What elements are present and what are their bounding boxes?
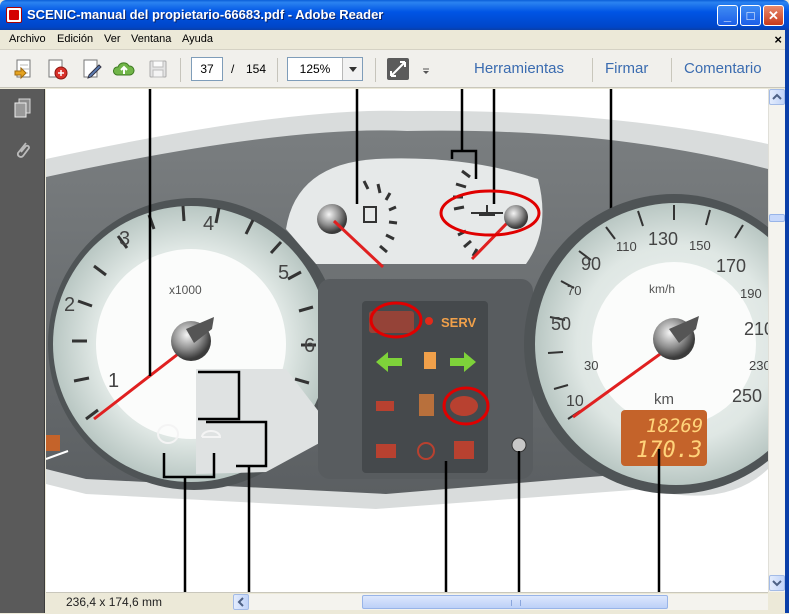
tachometer: 1 2 3 4 5 6 7 x1000	[48, 198, 340, 490]
open-file-icon[interactable]	[13, 57, 37, 81]
center-warning-panel: SERV	[318, 279, 533, 479]
speed-number: 190	[740, 286, 762, 301]
tach-number: 6	[304, 335, 315, 357]
fuel-temp-gauges	[286, 158, 543, 269]
page-total: 154	[246, 62, 267, 76]
toolbar: 37 / 154 125% Herramientas Firmar Coment…	[0, 50, 789, 88]
scroll-down-button[interactable]	[769, 575, 785, 591]
fuel-low-icon	[424, 352, 436, 369]
scroll-up-button[interactable]	[769, 89, 785, 105]
left-edge-indicator	[46, 435, 60, 451]
menu-ventana[interactable]: Ventana	[131, 33, 171, 45]
edit-pdf-icon[interactable]	[80, 57, 104, 81]
vertical-scroll-thumb[interactable]	[769, 214, 785, 222]
fullscreen-icon[interactable]	[386, 57, 410, 81]
chevron-up-icon	[772, 93, 782, 100]
toolbar-separator	[180, 58, 181, 82]
status-bar: 236,4 x 174,6 mm	[46, 592, 789, 610]
speed-number: 90	[581, 254, 601, 274]
close-button[interactable]: ✕	[763, 5, 784, 26]
warning-lamp-icon	[376, 444, 396, 458]
warning-lamp-icon	[454, 441, 474, 459]
menu-ver[interactable]: Ver	[104, 33, 121, 45]
reset-knob	[511, 437, 527, 453]
minimize-button[interactable]: _	[717, 5, 738, 26]
speed-number: 110	[616, 239, 637, 254]
toolbar-separator	[277, 58, 278, 82]
tach-unit-label: x1000	[169, 283, 202, 297]
window-frame-right	[785, 30, 789, 613]
document-view[interactable]: 1 2 3 4 5 6 7 x1000	[46, 89, 768, 592]
sign-link[interactable]: Firmar	[605, 60, 648, 77]
speed-number: 230	[749, 358, 768, 373]
attachments-paperclip-icon[interactable]	[12, 139, 34, 161]
odometer-total: 18269	[646, 415, 703, 437]
create-pdf-icon[interactable]	[45, 57, 69, 81]
page-size-label: 236,4 x 174,6 mm	[66, 595, 163, 609]
odometer-trip: 170.3	[636, 438, 702, 463]
page-number-input[interactable]: 37	[191, 57, 223, 81]
pages-thumbnail-icon[interactable]	[12, 97, 34, 119]
scroll-grip	[511, 600, 521, 606]
chevron-down-icon[interactable]	[342, 58, 362, 80]
zoom-select[interactable]: 125%	[287, 57, 363, 81]
horizontal-scrollbar[interactable]	[233, 594, 789, 610]
odometer-label: km	[654, 391, 674, 408]
window-title: SCENIC-manual del propietario-66683.pdf …	[27, 7, 384, 22]
tach-number: 4	[203, 213, 214, 235]
serv-indicator: SERV	[441, 315, 476, 330]
tach-number: 2	[64, 294, 75, 316]
speed-number: 70	[567, 283, 581, 298]
speed-number: 210	[744, 319, 768, 339]
toolbar-separator	[592, 58, 593, 82]
menu-bar: Archivo Edición Ver Ventana Ayuda ×	[0, 30, 789, 50]
page-separator: /	[231, 62, 235, 76]
toolbar-separator	[375, 58, 376, 82]
comment-link[interactable]: Comentario	[684, 60, 762, 77]
close-document-icon[interactable]: ×	[774, 32, 782, 47]
title-bar: SCENIC-manual del propietario-66683.pdf …	[0, 0, 789, 30]
chevron-down-icon	[772, 580, 782, 587]
warning-lamp-icon	[376, 401, 394, 411]
toolbar-separator	[671, 58, 672, 82]
engine-warning-icon	[450, 396, 478, 416]
tach-number: 1	[108, 370, 119, 392]
zoom-value[interactable]: 125%	[288, 58, 342, 80]
speed-number: 150	[689, 238, 711, 253]
menu-archivo[interactable]: Archivo	[9, 33, 46, 45]
navigation-panel	[0, 89, 45, 613]
pdf-app-icon	[6, 7, 22, 23]
scroll-left-button[interactable]	[233, 594, 249, 610]
dashboard-illustration: 1 2 3 4 5 6 7 x1000	[46, 89, 768, 592]
upload-cloud-icon[interactable]	[112, 57, 136, 81]
chevron-left-icon	[237, 597, 244, 607]
tach-number: 3	[119, 228, 130, 250]
speed-number: 50	[551, 314, 571, 334]
warning-lamp-icon	[419, 394, 434, 416]
menu-ayuda[interactable]: Ayuda	[182, 33, 213, 45]
speed-number: 250	[732, 386, 762, 406]
tools-link[interactable]: Herramientas	[474, 60, 564, 77]
tach-number: 5	[278, 262, 289, 284]
maximize-button[interactable]: □	[740, 5, 761, 26]
horizontal-scroll-thumb[interactable]	[362, 595, 668, 609]
speed-number: 130	[648, 229, 678, 249]
speed-number: 10	[566, 393, 584, 410]
speed-number: 30	[584, 358, 598, 373]
speed-unit-label: km/h	[649, 282, 675, 296]
vertical-scrollbar[interactable]	[768, 89, 785, 592]
save-icon[interactable]	[146, 57, 170, 81]
speed-number: 170	[716, 256, 746, 276]
menu-edicion[interactable]: Edición	[57, 33, 93, 45]
more-tools-icon[interactable]	[419, 57, 433, 81]
